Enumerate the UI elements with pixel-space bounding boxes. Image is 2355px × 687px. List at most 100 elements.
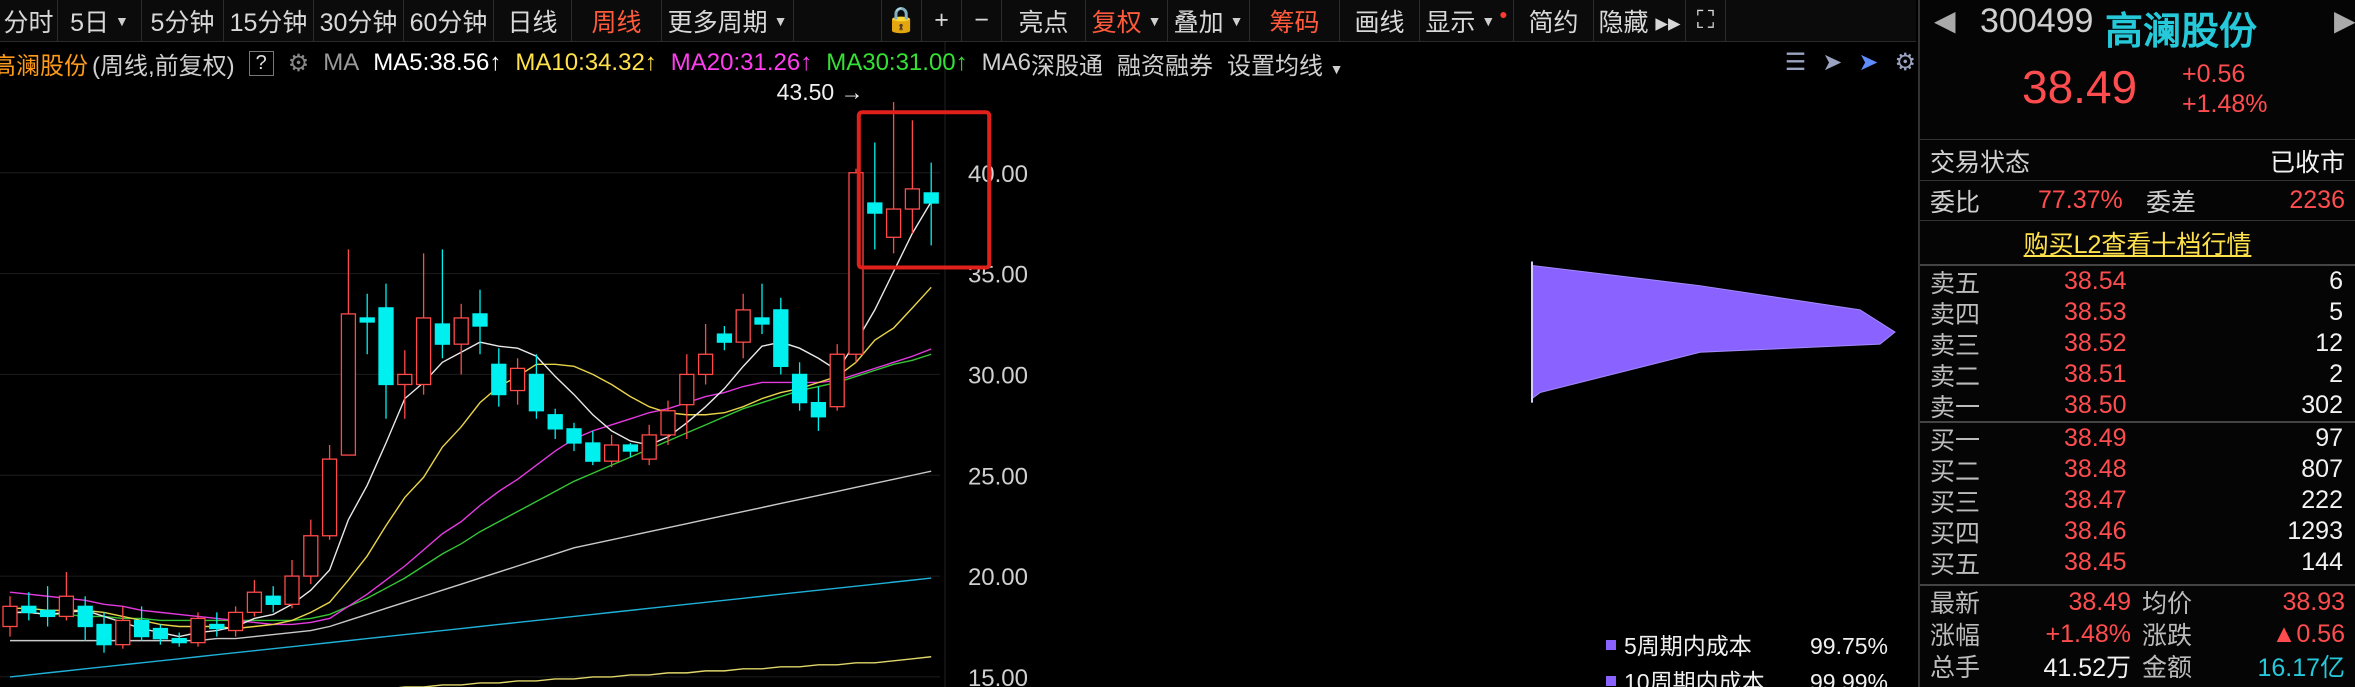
toolbar-item-16[interactable]: 画线 [1340,0,1420,41]
l2-link-row: 购买L2查看十档行情 [1920,220,2355,264]
toolbar-item-label: 30分钟 [319,8,398,37]
order-vol: 5 [2329,298,2343,326]
toolbar-item-13[interactable]: 复权 ▼ [1086,0,1168,41]
toolbar-item-1[interactable]: 5日 ▼ [58,0,142,41]
candle-body [246,591,263,614]
toolbar-item-9[interactable]: 🔒 [882,0,922,41]
order-price: 38.53 [2064,298,2127,326]
toolbar-item-11[interactable]: − [962,0,1002,41]
chevron-down-icon: ▼ [1481,12,1496,29]
toolbar-item-5[interactable]: 60分钟 [404,0,494,41]
order-price: 38.49 [2064,424,2127,452]
ma5-line [10,201,932,638]
toolbar-item-12[interactable]: 亮点 [1002,0,1086,41]
ma30-value: MA30:31.00↑ [826,49,968,76]
toolbar-item-label: 🔒 [885,6,918,34]
candle-body [603,444,620,462]
toolbar-item-17[interactable]: 显示 ▼ ● [1420,0,1514,41]
toolbar-item-8[interactable]: 更多周期 ▼ [662,0,794,41]
candle-body [716,333,733,343]
stat-l1: 总手 [1930,654,1981,682]
help-button[interactable]: ? [248,50,274,76]
bids-row[interactable]: 买二 38.48 807 [1920,454,2355,486]
y-tick-label: 15.00 [968,665,1028,687]
candle-body [829,353,845,408]
chart-info-line: 高澜股份 (周线,前复权) ? ⚙ MA MA5:38.56↑ MA10:34.… [0,46,1372,80]
cursor-icon[interactable]: ➤ [1858,48,1878,77]
toolbar-item-0[interactable]: 分时 [0,0,58,41]
bids-row[interactable]: 买一 38.49 97 [1920,423,2355,455]
list-icon[interactable]: ☰ [1785,48,1807,77]
buy-l2-link[interactable]: 购买L2查看十档行情 [2024,225,2252,261]
order-label: 买五 [1930,550,1981,579]
stat-l2: 金额 [2142,654,2193,682]
ma20-value: MA20:31.26↑ [670,49,813,76]
candle-body [641,434,657,460]
asks-row[interactable]: 卖二 38.51 2 [1920,359,2355,391]
bids-row[interactable]: 买五 38.45 144 [1920,547,2355,579]
candle-body [791,373,808,404]
chevron-down-icon: ▼ [115,12,129,29]
asks-row[interactable]: 卖五 38.54 6 [1920,266,2355,298]
order-vol: 2 [2329,360,2343,388]
ma-setting-button[interactable]: 设置均线 ▼ [1227,46,1358,81]
price-change-pct: +1.48% [2182,90,2268,118]
toolbar-item-4[interactable]: 30分钟 [314,0,404,41]
ma-more-value: MA6 [981,49,1031,76]
candle-body [397,373,413,386]
period-toolbar: 分时 5日 ▼ 5分钟 15分钟 30分钟 60分钟 日线 周线 更多周期 ▼ 🔒 + − 亮点 复权 ▼ 叠加 ▼… [0,0,1916,42]
trade-status-label: 交易状态 [1930,149,2031,177]
gear-icon[interactable]: ⚙ [288,49,310,78]
trade-status-value: 已收市 [2269,149,2345,177]
bids-row[interactable]: 买三 38.47 222 [1920,485,2355,517]
toolbar-item-label: 5分钟 [150,8,215,37]
toolbar-item-18[interactable]: 简约 [1514,0,1594,41]
candle-body [303,535,319,577]
toolbar-item-19[interactable]: 隐藏 ▸▸ [1594,0,1686,41]
chevron-down-icon: ▼ [773,12,788,29]
asks-row[interactable]: 卖四 38.53 5 [1920,297,2355,329]
toolbar-item-2[interactable]: 5分钟 [142,0,224,41]
toolbar-item-label: 5日 [70,8,110,37]
quote-header: ◀ 300499 高澜股份 ▶ 38.49 +0.56 +1.48% [1920,0,2355,140]
bids-row[interactable]: 买四 38.46 1293 [1920,516,2355,548]
candle-body [171,637,187,644]
last-price: 38.49 [2022,61,2138,113]
weibi-value: 77.37% [2038,186,2123,214]
sgt-button[interactable]: 深股通 [1031,46,1103,81]
toolbar-item-label: 日线 [507,8,558,37]
toolbar-item-6[interactable]: 日线 [494,0,572,41]
toolbar-item-15[interactable]: 筹码 [1250,0,1340,41]
stats-row: 最新 38.49 均价 38.93 [1920,586,2355,619]
toolbar-item-7[interactable]: 周线 [572,0,662,41]
prev-stock-icon[interactable]: ◀ [1934,4,1956,37]
candle-body [622,444,639,452]
asks-row[interactable]: 卖三 38.52 12 [1920,328,2355,360]
order-price: 38.46 [2064,517,2127,545]
candle-body [284,575,300,605]
candle-body [585,442,601,462]
toolbar-item-label: 60分钟 [409,8,488,37]
ma10-line [10,286,932,630]
candle-body [77,605,93,628]
candle-body [39,609,56,618]
candle-body [566,428,582,444]
candle-body [2,605,18,628]
order-vol: 222 [2301,486,2343,514]
next-stock-icon[interactable]: ▶ [2334,4,2355,37]
pointer-icon[interactable]: ➤ [1822,48,1842,77]
weibi-label: 委比 [1930,188,1981,217]
order-price: 38.48 [2064,455,2127,483]
toolbar-item-14[interactable]: 叠加 ▼ [1168,0,1250,41]
kline-chart-svg[interactable]: 15.0020.0025.0030.0035.0040.0043.50 →5周期… [0,42,1916,687]
toolbar-item-3[interactable]: 15分钟 [224,0,314,41]
toolbar-item-20[interactable]: ⛶ [1686,0,1726,41]
rzrq-button[interactable]: 融资融券 [1117,46,1213,81]
toolbar-item-label: − [974,6,989,34]
settings-icon[interactable]: ⚙ [1894,48,1916,77]
stat-v2: 16.17亿 [2257,654,2345,682]
toolbar-item-10[interactable]: + [922,0,962,41]
highlight-box [856,110,992,270]
toolbar-item-label: ⛶ [1696,6,1715,34]
asks-row[interactable]: 卖一 38.50 302 [1920,390,2355,422]
